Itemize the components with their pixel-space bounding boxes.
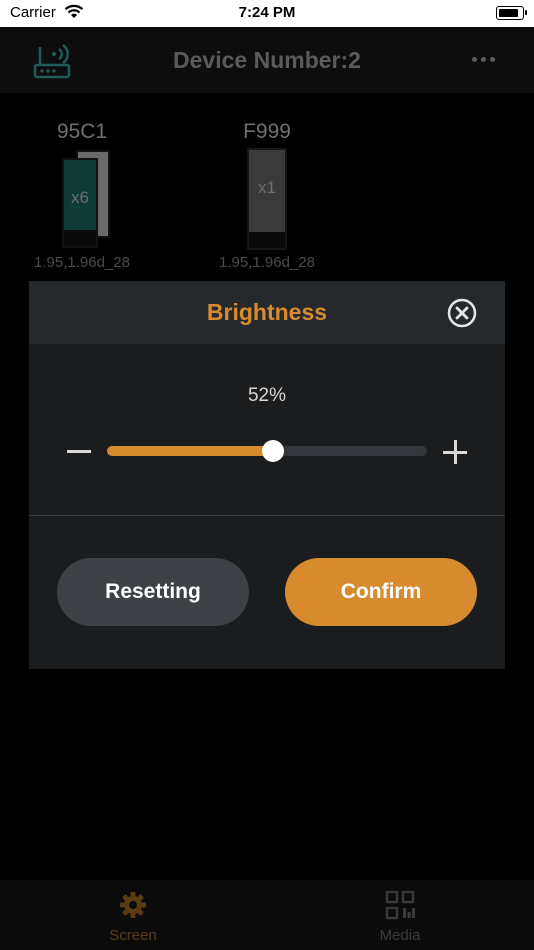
tab-bar: Screen Media <box>0 880 534 950</box>
device-card-95c1[interactable]: 95C1 x6 1.95,1.96d_28 <box>12 120 152 271</box>
brightness-percent: 52% <box>247 385 287 406</box>
device-version: 1.95,1.96d_28 <box>34 254 130 271</box>
tab-screen[interactable]: Screen <box>73 890 193 944</box>
close-icon[interactable] <box>447 298 477 328</box>
plus-icon[interactable] <box>443 440 467 464</box>
qr-code-icon <box>385 890 415 920</box>
reset-button[interactable]: Resetting <box>57 558 249 626</box>
dialog-title: Brightness <box>206 299 328 325</box>
divider <box>29 515 505 516</box>
brightness-slider[interactable] <box>107 440 427 462</box>
device-panel: x1 <box>237 148 297 250</box>
battery-icon <box>496 6 527 20</box>
confirm-button[interactable]: Confirm <box>285 558 477 626</box>
status-time: 7:24 PM <box>238 4 296 21</box>
device-count: x1 <box>258 178 276 197</box>
page-title: Device Number:2 <box>173 47 361 73</box>
more-dots-icon[interactable] <box>472 49 496 69</box>
navigation-bar: Device Number:2 <box>0 27 534 93</box>
device-name: 95C1 <box>56 120 108 143</box>
minus-icon[interactable] <box>67 450 91 453</box>
brightness-dialog: Brightness 52% Resetting Confirm <box>29 281 505 669</box>
dialog-header: Brightness <box>29 281 505 344</box>
slider-fill <box>107 446 274 456</box>
tab-media[interactable]: Media <box>340 890 460 944</box>
tab-label: Media <box>379 927 421 944</box>
device-name: F999 <box>243 120 291 143</box>
device-panel-stack: x6 <box>52 148 112 248</box>
slider-thumb[interactable] <box>262 440 285 462</box>
status-bar: Carrier 7:24 PM <box>0 0 534 27</box>
tab-label: Screen <box>109 927 157 944</box>
device-count: x6 <box>71 188 89 207</box>
device-version: 1.95,1.96d_28 <box>219 254 315 271</box>
gear-icon <box>120 892 146 918</box>
device-card-f999[interactable]: F999 x1 1.95,1.96d_28 <box>197 120 337 271</box>
